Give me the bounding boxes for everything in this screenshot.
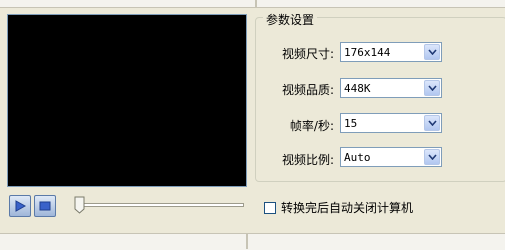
aspect-ratio-label: 视频比例: (281, 153, 334, 167)
playback-slider-thumb[interactable] (74, 196, 85, 214)
frame-rate-select[interactable]: 15 (340, 113, 442, 133)
bottom-panel-strip (0, 233, 505, 250)
stop-icon (39, 201, 51, 211)
chevron-down-icon (428, 49, 437, 55)
video-size-label: 视频尺寸: (281, 47, 334, 61)
chevron-down-icon (428, 120, 437, 126)
shutdown-checkbox-label[interactable]: 转换完后自动关闭计算机 (281, 199, 413, 216)
video-quality-value: 448K (344, 82, 371, 95)
video-size-value: 176x144 (344, 46, 391, 59)
top-panel-strip (0, 0, 505, 8)
shutdown-checkbox[interactable] (264, 202, 276, 214)
video-size-select[interactable]: 176x144 (340, 42, 442, 62)
play-icon (15, 200, 27, 212)
chevron-down-icon (428, 85, 437, 91)
frame-rate-value: 15 (344, 117, 358, 130)
top-panel-divider (255, 0, 257, 7)
video-preview (7, 14, 247, 187)
bottom-panel-divider (246, 234, 248, 249)
playback-slider-track[interactable] (76, 203, 244, 207)
stop-button[interactable] (34, 195, 56, 217)
aspect-ratio-value: Auto (344, 151, 371, 164)
aspect-ratio-select[interactable]: Auto (340, 147, 442, 167)
video-size-dropdown-button[interactable] (424, 44, 440, 60)
play-button[interactable] (9, 195, 31, 217)
frame-rate-dropdown-button[interactable] (424, 115, 440, 131)
settings-group-title: 参数设置 (263, 11, 318, 28)
video-quality-dropdown-button[interactable] (424, 80, 440, 96)
aspect-ratio-dropdown-button[interactable] (424, 149, 440, 165)
video-quality-label: 视频品质: (281, 83, 334, 97)
frame-rate-label: 帧率/秒: (289, 119, 334, 133)
chevron-down-icon (428, 154, 437, 160)
video-quality-select[interactable]: 448K (340, 78, 442, 98)
